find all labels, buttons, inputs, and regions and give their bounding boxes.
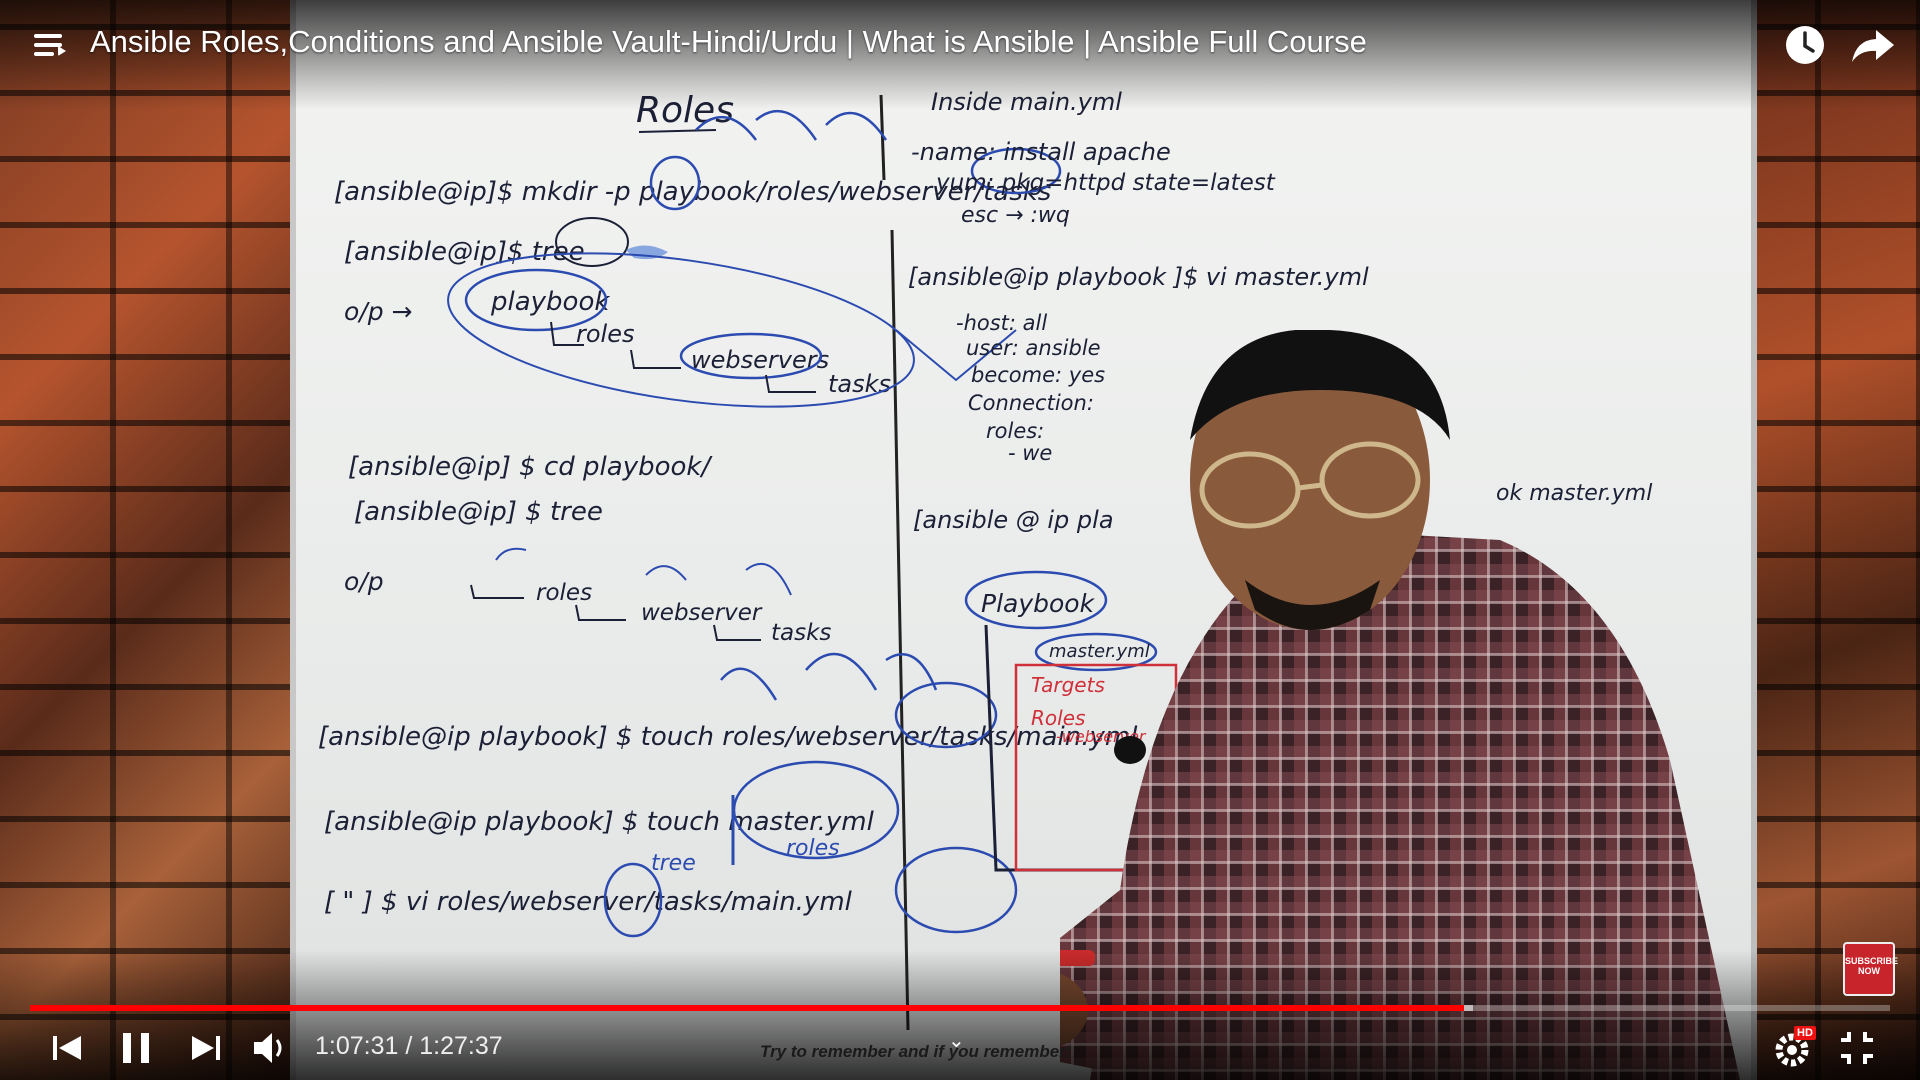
current-time: 1:07:31 [315, 1032, 399, 1060]
progress-fill [30, 1005, 1465, 1011]
video-player[interactable]: Roles [ansible@ip]$ mkdir -p playbook/ro… [0, 0, 1920, 1080]
board-right-10: roles: [986, 419, 1044, 443]
clock-icon[interactable] [1780, 20, 1830, 70]
board-line-4: playbook [490, 287, 610, 317]
board-line-17: roles [786, 836, 840, 861]
board-hint-text: Try to remember and if you remember! [760, 1042, 1072, 1061]
top-overlay: Ansible Roles,Conditions and Ansible Vau… [0, 0, 1920, 110]
board-line-2: [ansible@ip]$ tree [344, 237, 585, 267]
board-line-11: roles [536, 580, 592, 606]
board-right-5: [ansible@ip playbook ]$ vi master.yml [908, 263, 1369, 291]
progress-bar[interactable] [30, 1005, 1890, 1011]
exit-fullscreen-icon[interactable] [1835, 1026, 1879, 1070]
skip-next-icon[interactable] [184, 1026, 228, 1070]
pause-icon[interactable] [114, 1026, 158, 1070]
subscribe-badge[interactable]: SUBSCRIBE NOW [1843, 942, 1899, 996]
board-right-4: esc → :wq [961, 203, 1070, 228]
board-line-8: [ansible@ip] $ cd playbook/ [348, 452, 713, 482]
board-line-7: tasks [828, 370, 891, 398]
brick-wall-left [0, 0, 300, 1080]
hd-badge: HD [1794, 1026, 1816, 1040]
board-right-2: -name: install apache [911, 138, 1171, 166]
volume-icon[interactable] [248, 1026, 292, 1070]
board-right-6: -host: all [956, 311, 1047, 335]
chevron-down-icon[interactable]: ⌄ [948, 1028, 965, 1053]
duration: 1:27:37 [419, 1032, 503, 1060]
skip-previous-icon[interactable] [45, 1026, 89, 1070]
board-right-3: yum: pkg=httpd state=latest [935, 170, 1276, 196]
board-line-9: [ansible@ip] $ tree [354, 497, 603, 527]
menu-icon[interactable] [30, 26, 70, 66]
share-icon[interactable] [1848, 20, 1898, 70]
video-title[interactable]: Ansible Roles,Conditions and Ansible Vau… [90, 24, 1367, 60]
board-line-3: o/p → [344, 297, 412, 326]
board-line-13: tasks [771, 620, 831, 646]
board-line-5: roles [576, 320, 635, 348]
gear-icon[interactable]: HD [1772, 1026, 1816, 1070]
board-line-15: [ansible@ip playbook] $ touch master.yml [324, 807, 875, 837]
board-line-10: o/p [344, 567, 384, 596]
subscribe-badge-label: SUBSCRIBE NOW [1845, 956, 1899, 976]
board-right-11: - we [1008, 441, 1052, 465]
board-line-16: tree [651, 851, 696, 876]
board-line-12: webserver [641, 600, 763, 626]
board-line-18: [ " ] $ vi roles/webserver/tasks/main.ym… [324, 887, 853, 917]
time-separator: / [398, 1032, 420, 1060]
time-display: 1:07:31 / 1:27:37 [315, 1032, 503, 1061]
